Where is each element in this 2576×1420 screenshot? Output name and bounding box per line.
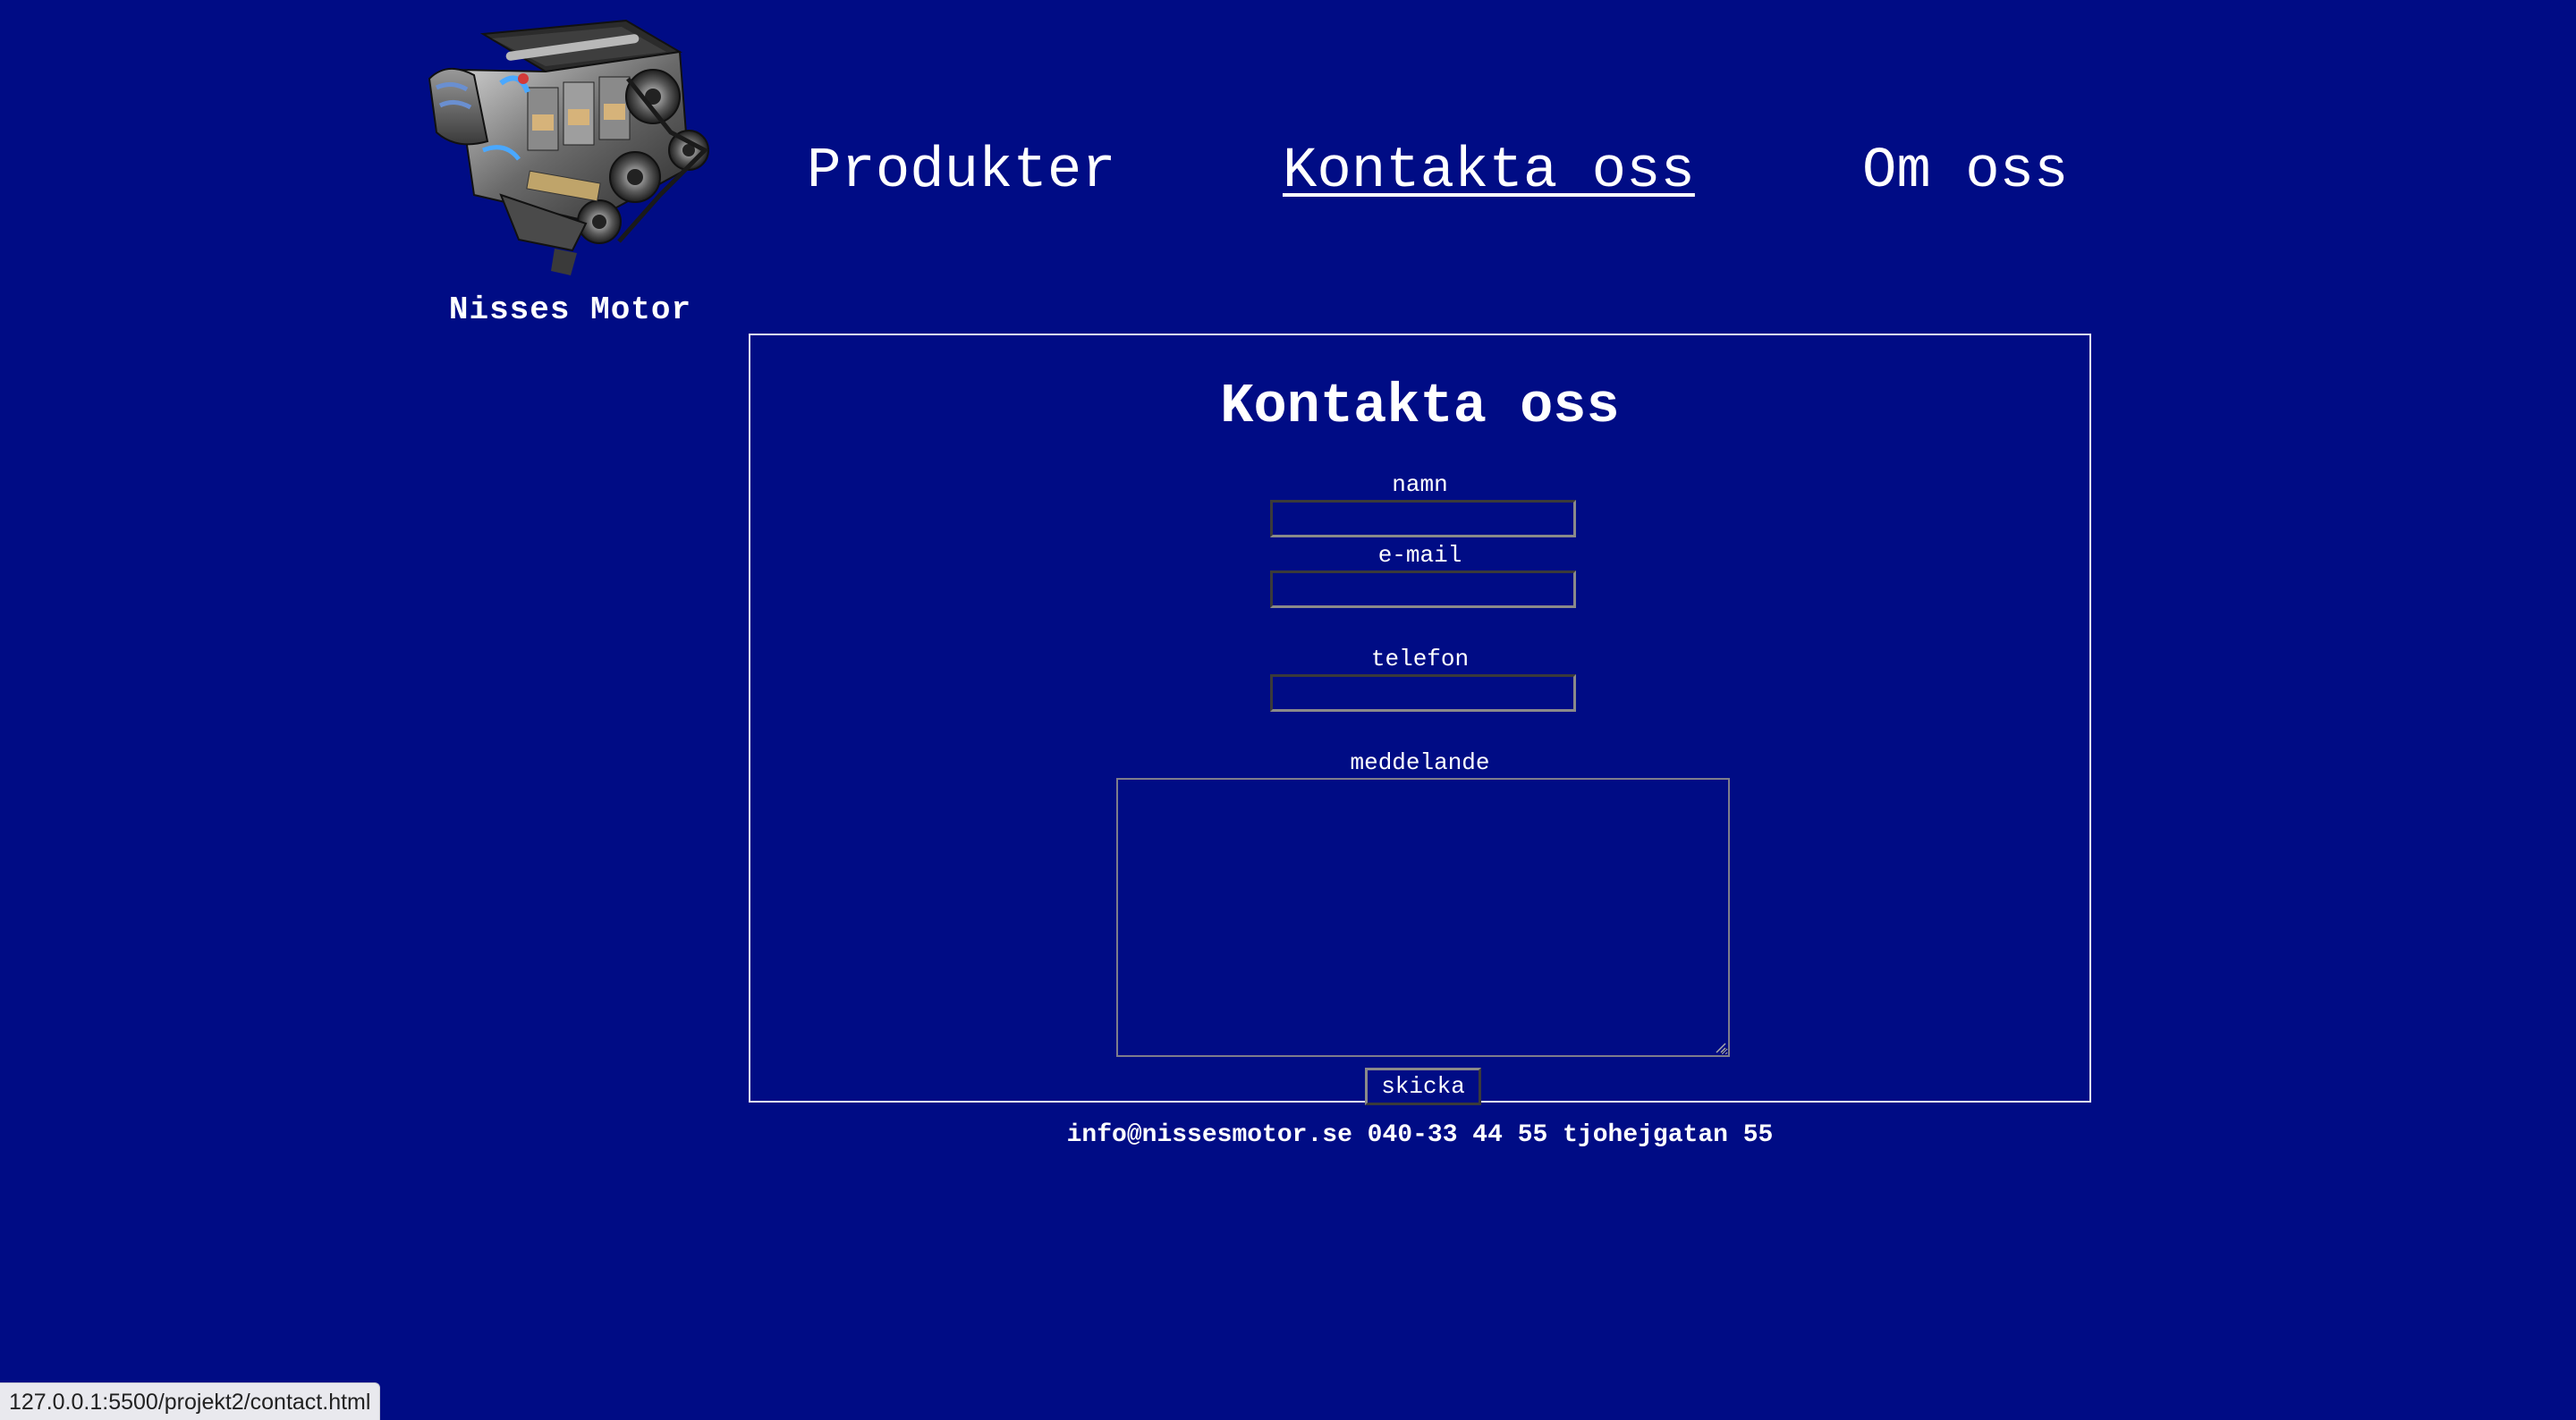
phone-label: telefon — [1370, 646, 1470, 672]
contact-form: Kontakta oss namn e-mail telefon meddela… — [749, 334, 2091, 1105]
form-title: Kontakta oss — [1220, 375, 1620, 438]
nav-link-om-oss[interactable]: Om oss — [1862, 136, 2068, 207]
message-label: meddelande — [1350, 749, 1490, 776]
phone-field[interactable] — [1270, 674, 1576, 712]
brand-name: Nisses Motor — [448, 292, 692, 328]
email-label: e-mail — [1377, 542, 1462, 569]
nav-link-kontakta-oss[interactable]: Kontakta oss — [1283, 136, 1695, 207]
email-field[interactable] — [1270, 571, 1576, 608]
name-field[interactable] — [1270, 500, 1576, 537]
resize-grip-icon[interactable] — [1714, 1041, 1726, 1053]
submit-button[interactable]: skicka — [1365, 1068, 1481, 1105]
name-label: namn — [1392, 471, 1448, 498]
engine-icon[interactable] — [420, 16, 720, 275]
status-bar-url: 127.0.0.1:5500/projekt2/contact.html — [0, 1382, 381, 1420]
nav-link-produkter[interactable]: Produkter — [807, 136, 1116, 207]
message-textarea[interactable] — [1116, 778, 1730, 1057]
page: Nisses Motor Produkter Kontakta oss Om o… — [0, 0, 2576, 1420]
footer-contact-info: info@nissesmotor.se 040-33 44 55 tjohejg… — [1066, 1121, 1774, 1149]
